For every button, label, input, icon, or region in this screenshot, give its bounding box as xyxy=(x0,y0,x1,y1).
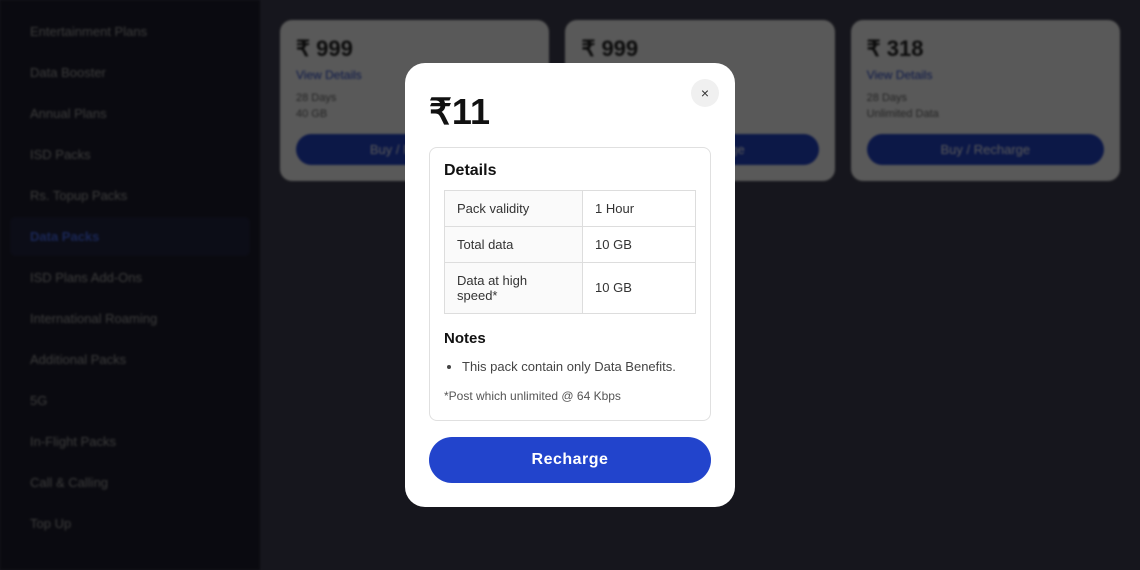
table-cell-validity-label: Pack validity xyxy=(445,190,583,226)
table-cell-high-speed-label: Data at high speed* xyxy=(445,262,583,313)
table-row-high-speed: Data at high speed* 10 GB xyxy=(445,262,696,313)
notes-bullet: This pack contain only Data Benefits. xyxy=(462,357,696,378)
recharge-button[interactable]: Recharge xyxy=(429,437,711,483)
modal-price: ₹11 xyxy=(429,91,711,133)
notes-title: Notes xyxy=(444,330,696,347)
plan-detail-modal: × ₹11 Details Pack validity 1 Hour Total… xyxy=(405,63,735,508)
table-cell-total-data-value: 10 GB xyxy=(583,226,696,262)
table-cell-validity-value: 1 Hour xyxy=(583,190,696,226)
notes-content: This pack contain only Data Benefits. *P… xyxy=(444,357,696,407)
details-section-title: Details xyxy=(444,162,696,180)
modal-scrollable-content[interactable]: Details Pack validity 1 Hour Total data … xyxy=(429,147,711,422)
table-row-total-data: Total data 10 GB xyxy=(445,226,696,262)
table-cell-high-speed-value: 10 GB xyxy=(583,262,696,313)
details-table: Pack validity 1 Hour Total data 10 GB Da… xyxy=(444,190,696,314)
table-row-validity: Pack validity 1 Hour xyxy=(445,190,696,226)
table-cell-total-data-label: Total data xyxy=(445,226,583,262)
notes-footnote: *Post which unlimited @ 64 Kbps xyxy=(444,387,696,406)
modal-overlay: × ₹11 Details Pack validity 1 Hour Total… xyxy=(0,0,1140,570)
close-button[interactable]: × xyxy=(691,79,719,107)
